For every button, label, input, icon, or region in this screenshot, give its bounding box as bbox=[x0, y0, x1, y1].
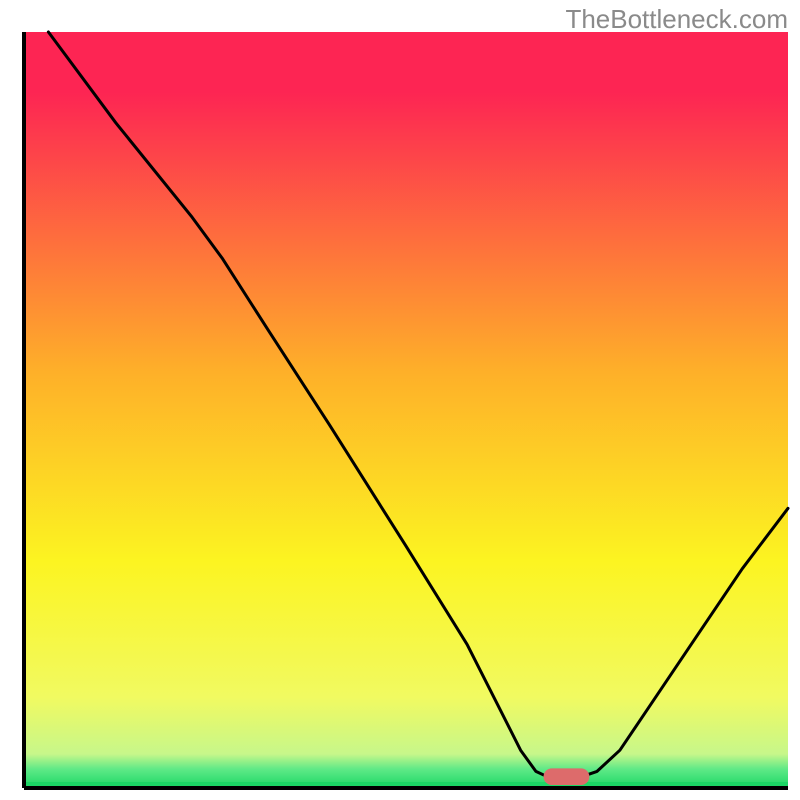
optimal-marker bbox=[544, 768, 590, 785]
watermark-text: TheBottleneck.com bbox=[565, 4, 788, 35]
plot-background bbox=[24, 32, 788, 788]
bottleneck-chart bbox=[0, 0, 800, 800]
chart-container: TheBottleneck.com bbox=[0, 0, 800, 800]
